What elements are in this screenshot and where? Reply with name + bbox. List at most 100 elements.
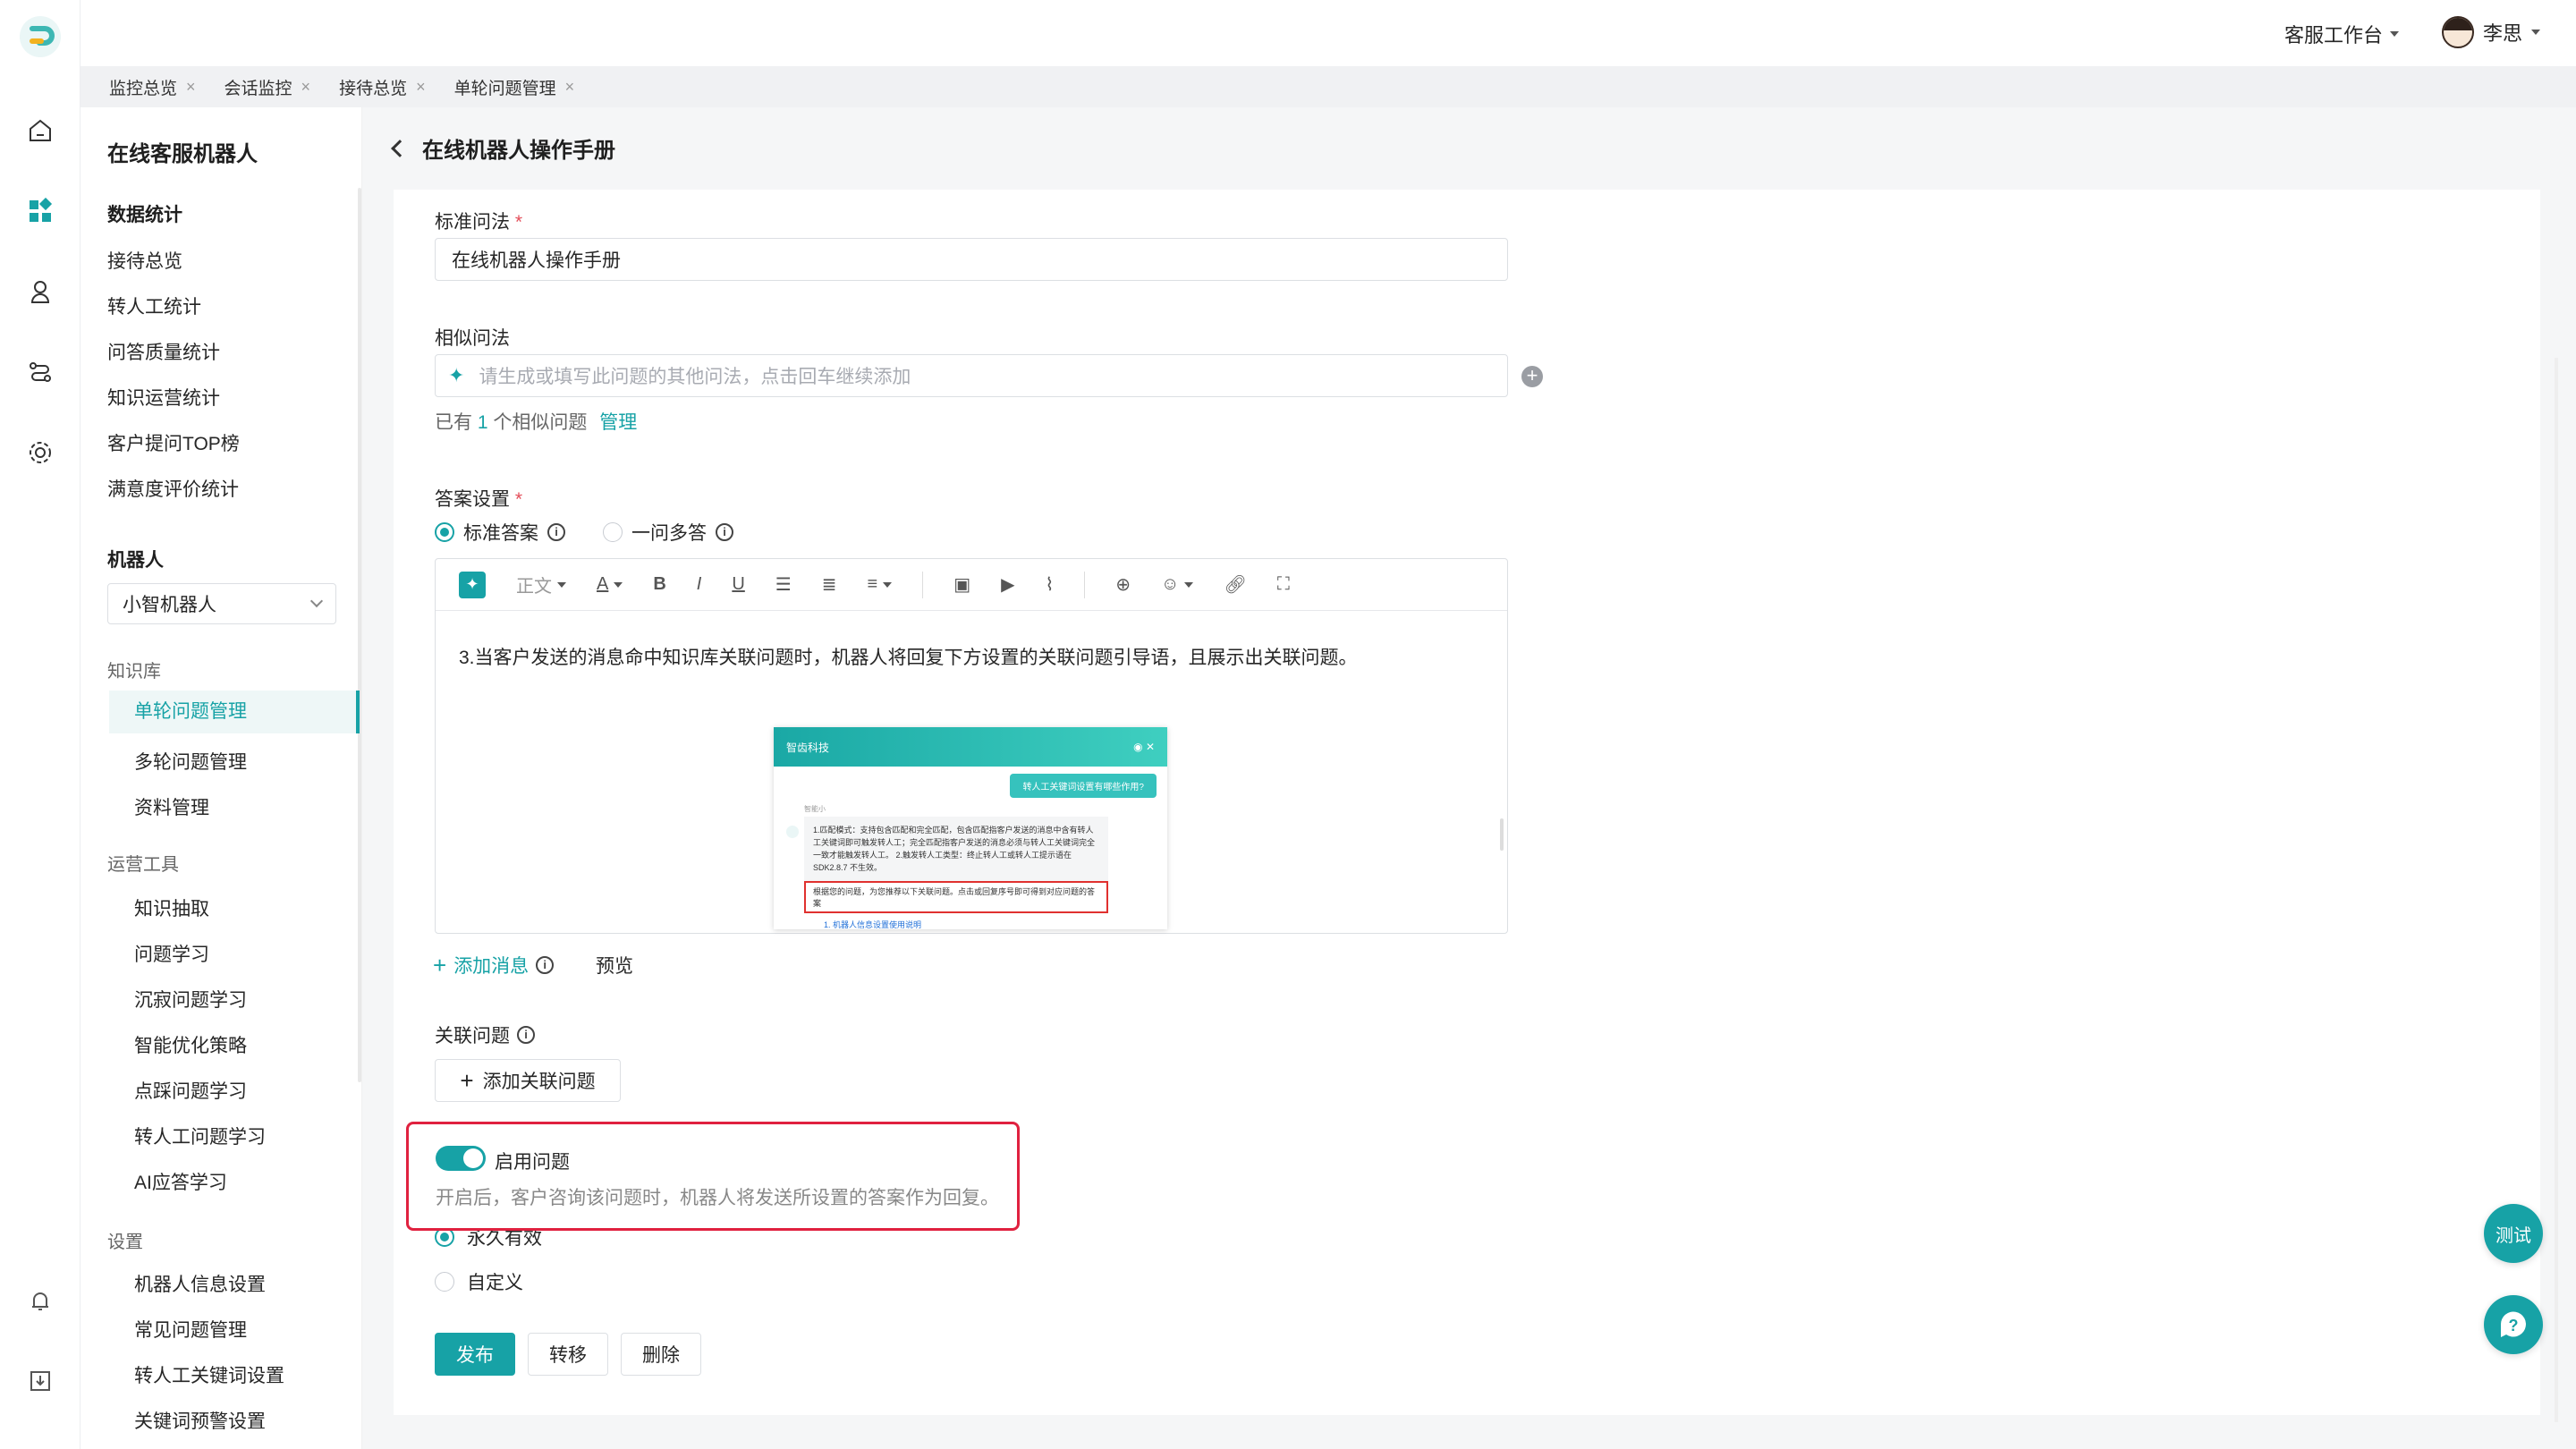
sidebar-item-downvote-learning[interactable]: 点踩问题学习 <box>134 1077 247 1104</box>
info-icon[interactable]: i <box>536 956 555 974</box>
bell-icon[interactable] <box>24 1284 56 1317</box>
robot-select[interactable]: 小智机器人 <box>107 583 336 624</box>
required-mark: * <box>510 489 523 510</box>
radio-multi[interactable] <box>603 522 623 542</box>
close-icon[interactable]: × <box>565 78 575 97</box>
chevron-down-icon <box>1184 581 1194 588</box>
bold-icon[interactable]: B <box>653 574 665 595</box>
label-text: 关联问题 <box>435 1026 510 1046</box>
apps-grid-icon[interactable] <box>24 195 56 227</box>
chevron-down-icon <box>614 581 623 588</box>
validity-custom[interactable]: 自定义 <box>435 1268 523 1295</box>
add-circle-icon[interactable]: + <box>1521 366 1543 387</box>
user-menu[interactable]: 李思 <box>2441 16 2540 48</box>
align-button[interactable]: ≡ <box>868 574 893 595</box>
help-chat-button[interactable]: ? <box>2484 1295 2543 1354</box>
preview-user-bubble: 转人工关键词设置有哪些作用? <box>1010 774 1157 798</box>
underline-icon[interactable]: U <box>732 574 744 595</box>
enable-question-highlight: 启用问题 开启后，客户咨询该问题时，机器人将发送所设置的答案作为回复。 <box>406 1122 1020 1231</box>
sidebar-item-question-learning[interactable]: 问题学习 <box>134 940 209 967</box>
ai-assist-button[interactable]: ✦ <box>459 571 486 598</box>
sidebar-item-faq[interactable]: 常见问题管理 <box>134 1316 247 1343</box>
add-message-button[interactable]: + 添加消息 i <box>433 952 555 979</box>
sidebar-item-transfer-stats[interactable]: 转人工统计 <box>107 292 201 319</box>
sidebar-item-single-question[interactable]: 单轮问题管理 <box>109 691 360 733</box>
ai-sparkle-icon: ✦ <box>459 571 486 598</box>
sidebar-item-ai-learning[interactable]: AI应答学习 <box>134 1168 227 1195</box>
settings-gear-icon[interactable] <box>24 436 56 469</box>
radio-custom[interactable] <box>435 1272 454 1292</box>
similar-question-input[interactable]: ✦ 请生成或填写此问题的其他问法，点击回车继续添加 <box>435 354 1508 397</box>
enable-toggle[interactable] <box>436 1146 486 1171</box>
help-bubble-icon: ? <box>2500 1311 2526 1337</box>
tab-reception-overview[interactable]: 接待总览 × <box>325 75 440 99</box>
app-logo-icon[interactable] <box>20 16 61 57</box>
rich-text-editor[interactable]: ✦ 正文 A B I U ☰ ≣ ≡ ▣ ▶ ⌇ ⊕ ☺ 🔗︎ ⛶ 3.当客户发… <box>435 558 1508 934</box>
standard-question-input[interactable]: 在线机器人操作手册 <box>435 238 1508 281</box>
preview-close-icon: ◉ ✕ <box>1133 741 1155 753</box>
link-icon[interactable]: 🔗︎ <box>1224 573 1246 596</box>
sidebar-item-knowledge-extract[interactable]: 知识抽取 <box>134 894 209 921</box>
answer-mode-multi[interactable]: 一问多答 i <box>603 519 733 546</box>
sidebar-item-smart-optimize[interactable]: 智能优化策略 <box>134 1031 247 1058</box>
manage-link[interactable]: 管理 <box>599 412 637 433</box>
group-robot: 机器人 <box>107 550 164 571</box>
plus-icon: + <box>460 1067 474 1094</box>
image-icon[interactable]: ▣ <box>953 573 970 596</box>
transfer-button[interactable]: 转移 <box>528 1333 608 1376</box>
info-icon[interactable]: i <box>547 523 565 541</box>
customer-icon[interactable] <box>24 275 56 308</box>
preview-bot-name: 智能小 <box>804 805 826 813</box>
video-icon[interactable]: ▶ <box>1001 573 1014 596</box>
test-button[interactable]: 测试 <box>2484 1204 2543 1263</box>
sidebar-item-keyword-alert[interactable]: 关键词预警设置 <box>134 1407 266 1434</box>
back-arrow-icon[interactable] <box>391 139 409 157</box>
editor-scrollbar[interactable] <box>1500 818 1504 851</box>
sidebar-scrollbar[interactable] <box>358 188 361 1082</box>
sidebar-item-transfer-keywords[interactable]: 转人工关键词设置 <box>134 1361 284 1388</box>
tab-monitor-overview[interactable]: 监控总览 × <box>95 75 210 99</box>
sidebar-item-materials[interactable]: 资料管理 <box>134 793 209 820</box>
add-related-question-button[interactable]: + 添加关联问题 <box>435 1059 621 1102</box>
attachment-icon[interactable]: ⌇ <box>1045 573 1054 596</box>
sidebar-item-knowledge-ops[interactable]: 知识运营统计 <box>107 384 220 411</box>
publish-button[interactable]: 发布 <box>435 1333 515 1376</box>
insert-plus-icon[interactable]: ⊕ <box>1115 573 1131 596</box>
main-scrollbar[interactable] <box>2555 358 2558 1422</box>
tab-single-question[interactable]: 单轮问题管理 × <box>440 75 589 99</box>
home-icon[interactable] <box>24 114 56 147</box>
answer-mode-standard[interactable]: 标准答案 i <box>435 519 565 546</box>
tab-session-monitor[interactable]: 会话监控 × <box>210 75 326 99</box>
workspace-switcher[interactable]: 客服工作台 <box>2284 20 2399 48</box>
emoji-button[interactable]: ☺ <box>1161 574 1194 595</box>
sidebar-item-multi-question[interactable]: 多轮问题管理 <box>134 748 247 775</box>
routing-icon[interactable] <box>24 356 56 388</box>
sidebar-item-qa-quality[interactable]: 问答质量统计 <box>107 338 220 365</box>
fullscreen-icon[interactable]: ⛶ <box>1277 574 1290 595</box>
close-icon[interactable]: × <box>301 78 311 97</box>
close-icon[interactable]: × <box>186 78 196 97</box>
sidebar-item-reception-overview[interactable]: 接待总览 <box>107 247 182 274</box>
preview-link[interactable]: 预览 <box>596 952 633 979</box>
delete-button[interactable]: 删除 <box>621 1333 701 1376</box>
sidebar-item-top-questions[interactable]: 客户提问TOP榜 <box>107 429 240 456</box>
close-icon[interactable]: × <box>416 78 426 97</box>
bullet-list-icon[interactable]: ☰ <box>775 573 792 596</box>
text-style-select[interactable]: 正文 <box>516 572 566 597</box>
italic-icon[interactable]: I <box>697 574 702 595</box>
font-color-button[interactable]: A <box>597 574 623 595</box>
radio-standard[interactable] <box>435 522 454 542</box>
sparkle-icon[interactable]: ✦ <box>448 364 464 387</box>
input-placeholder: 请生成或填写此问题的其他问法，点击回车继续添加 <box>479 367 911 387</box>
info-icon[interactable]: i <box>517 1026 535 1044</box>
sidebar-item-silent-learning[interactable]: 沉寂问题学习 <box>134 986 247 1013</box>
sidebar-item-robot-info[interactable]: 机器人信息设置 <box>134 1270 266 1297</box>
sidebar-item-satisfaction[interactable]: 满意度评价统计 <box>107 475 239 502</box>
tab-label: 接待总览 <box>339 79 408 98</box>
editor-content[interactable]: 3.当客户发送的消息命中知识库关联问题时，机器人将回复下方设置的关联问题引导语，… <box>459 643 1358 670</box>
numbered-list-icon[interactable]: ≣ <box>822 573 837 596</box>
svg-text:?: ? <box>2509 1317 2519 1335</box>
info-icon[interactable]: i <box>716 523 733 541</box>
download-icon[interactable] <box>24 1365 56 1397</box>
sidebar-item-transfer-learning[interactable]: 转人工问题学习 <box>134 1123 266 1149</box>
